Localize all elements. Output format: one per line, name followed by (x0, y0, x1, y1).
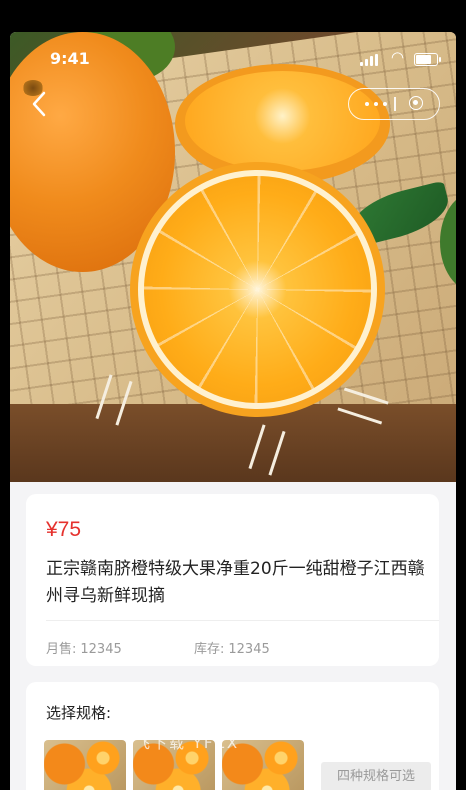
back-button[interactable] (24, 88, 56, 120)
product-price: ¥75 (46, 518, 82, 541)
divider (46, 620, 439, 621)
battery-icon (414, 53, 441, 66)
watermark: 飞下载 YFZX (135, 734, 240, 752)
close-target-icon[interactable] (409, 96, 423, 110)
stock-label: 库存: (194, 642, 225, 657)
spec-more-button[interactable]: 四种规格可选 (321, 762, 431, 790)
chevron-left-icon (32, 91, 46, 117)
monthly-sales: 月售: 12345 (46, 638, 122, 657)
status-bar: 9:41 ◠ (10, 32, 456, 82)
sales-label: 月售: (46, 642, 77, 657)
spec-label: 选择规格: (46, 704, 112, 722)
product-title: 正宗赣南脐橙特级大果净重20斤一纯甜橙子江西赣州寻乌新鲜现摘 (46, 559, 425, 606)
sales-value: 12345 (80, 642, 122, 657)
stock: 库存: 12345 (194, 638, 270, 657)
wifi-icon: ◠ (390, 48, 404, 66)
wood-table (10, 404, 456, 482)
signal-icon (360, 54, 378, 66)
product-detail-screen: 9:41 ◠ ¥75 正宗赣南脐橙特级大果净重20斤一纯甜橙子江西赣州寻乌新鲜现… (10, 32, 456, 790)
capsule-divider (394, 97, 396, 111)
spec-option-thumbnail[interactable] (44, 740, 126, 790)
orange-half-large (130, 162, 385, 417)
status-time: 9:41 (50, 49, 90, 68)
stock-value: 12345 (228, 642, 270, 657)
more-icon[interactable] (365, 102, 389, 106)
mini-program-capsule (348, 88, 440, 120)
product-info-card: ¥75 正宗赣南脐橙特级大果净重20斤一纯甜橙子江西赣州寻乌新鲜现摘 月售: 12… (26, 494, 439, 666)
